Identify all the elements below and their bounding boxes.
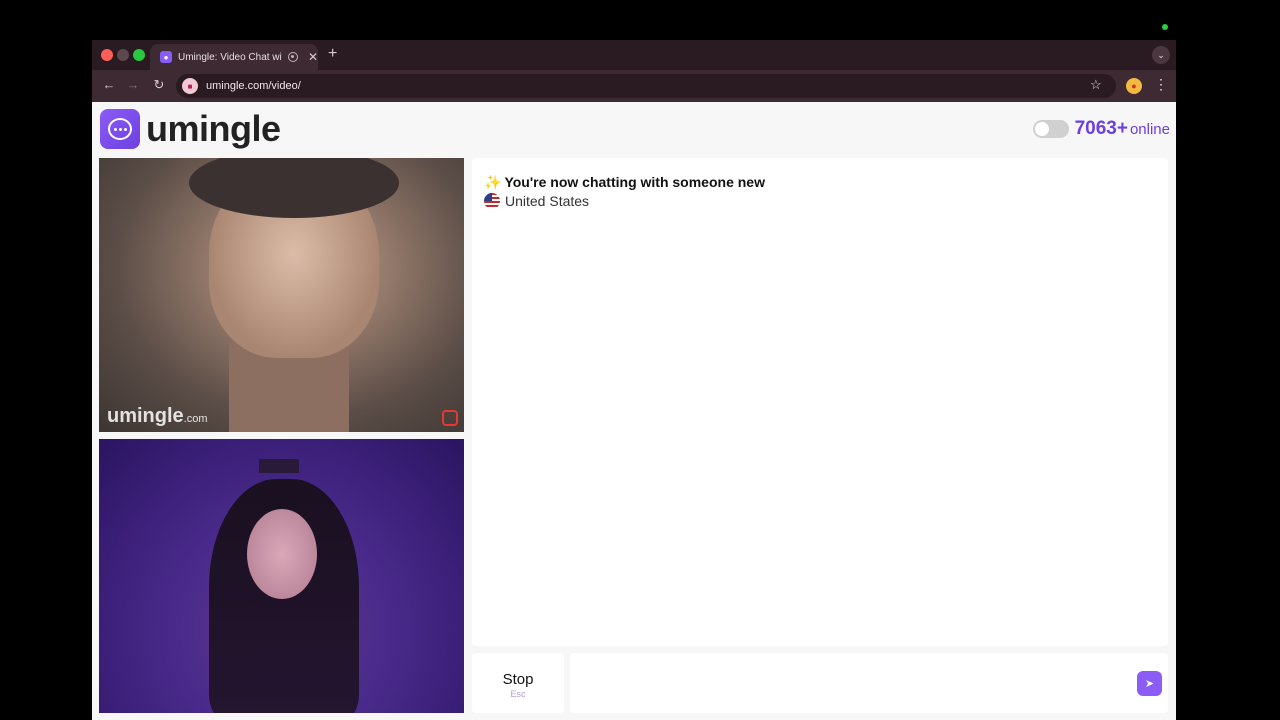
tab-search-chevron-icon[interactable]: ⌄ — [1152, 46, 1170, 64]
theme-toggle[interactable] — [1032, 120, 1069, 138]
video-watermark: umingle.com — [107, 405, 208, 427]
umingle-logo[interactable]: umingle — [100, 108, 281, 150]
minimize-window-button[interactable] — [117, 49, 129, 61]
us-flag-icon — [484, 193, 500, 209]
browser-window: ● Umingle: Video Chat with ✕ + ⌄ ← → ↻ ■… — [92, 40, 1176, 720]
stop-button-hint: Esc — [510, 689, 526, 699]
close-tab-icon[interactable]: ✕ — [308, 50, 318, 64]
report-flag-icon[interactable] — [442, 410, 458, 426]
tab-bar: ● Umingle: Video Chat with ✕ + ⌄ — [92, 40, 1176, 70]
online-count: 7063+ — [1074, 118, 1128, 139]
chat-log: ✨ You're now chatting with someone new Un… — [472, 158, 1168, 646]
reload-icon[interactable]: ↻ — [150, 77, 168, 93]
recording-icon — [287, 52, 298, 62]
stop-button-label: Stop — [502, 671, 534, 688]
address-bar[interactable]: ■ umingle.com/video/ — [176, 74, 1116, 98]
profile-avatar-icon[interactable]: ● — [1126, 78, 1142, 94]
stranger-video: umingle.com — [99, 158, 464, 432]
bookmark-star-icon[interactable]: ☆ — [1090, 77, 1102, 93]
browser-toolbar: ← → ↻ ■ umingle.com/video/ ☆ ● ⋮ — [92, 70, 1176, 102]
url-text: umingle.com/video/ — [206, 80, 301, 92]
camera-in-use-icon[interactable]: ■ — [182, 78, 198, 94]
message-input[interactable] — [570, 653, 1168, 713]
browser-menu-icon[interactable]: ⋮ — [1154, 76, 1168, 93]
self-face — [247, 509, 317, 599]
sparkle-icon: ✨ — [484, 174, 502, 190]
stop-button[interactable]: Stop Esc — [472, 653, 564, 713]
back-arrow-icon[interactable]: ← — [100, 77, 118, 92]
maximize-window-button[interactable] — [133, 49, 145, 61]
close-window-button[interactable] — [101, 49, 113, 61]
tab-umingle[interactable]: ● Umingle: Video Chat with ✕ — [150, 44, 318, 70]
send-icon[interactable]: ➤ — [1137, 671, 1162, 696]
chat-status-message: ✨ You're now chatting with someone new — [484, 174, 765, 190]
logo-text: umingle — [146, 108, 281, 149]
new-tab-button[interactable]: + — [328, 45, 337, 63]
page-content: umingle 7063+ online umingle.com ✨ You're… — [92, 102, 1176, 720]
umingle-favicon-icon: ● — [160, 51, 172, 63]
self-video — [99, 439, 464, 713]
chat-bubble-logo-icon — [100, 109, 140, 149]
camera-indicator-dot — [1162, 24, 1168, 30]
forward-arrow-icon[interactable]: → — [124, 77, 142, 92]
chat-country: United States — [484, 193, 589, 209]
online-indicator: 7063+ online — [1032, 118, 1170, 140]
tab-title: Umingle: Video Chat with — [178, 51, 282, 63]
online-label: online — [1129, 121, 1170, 138]
